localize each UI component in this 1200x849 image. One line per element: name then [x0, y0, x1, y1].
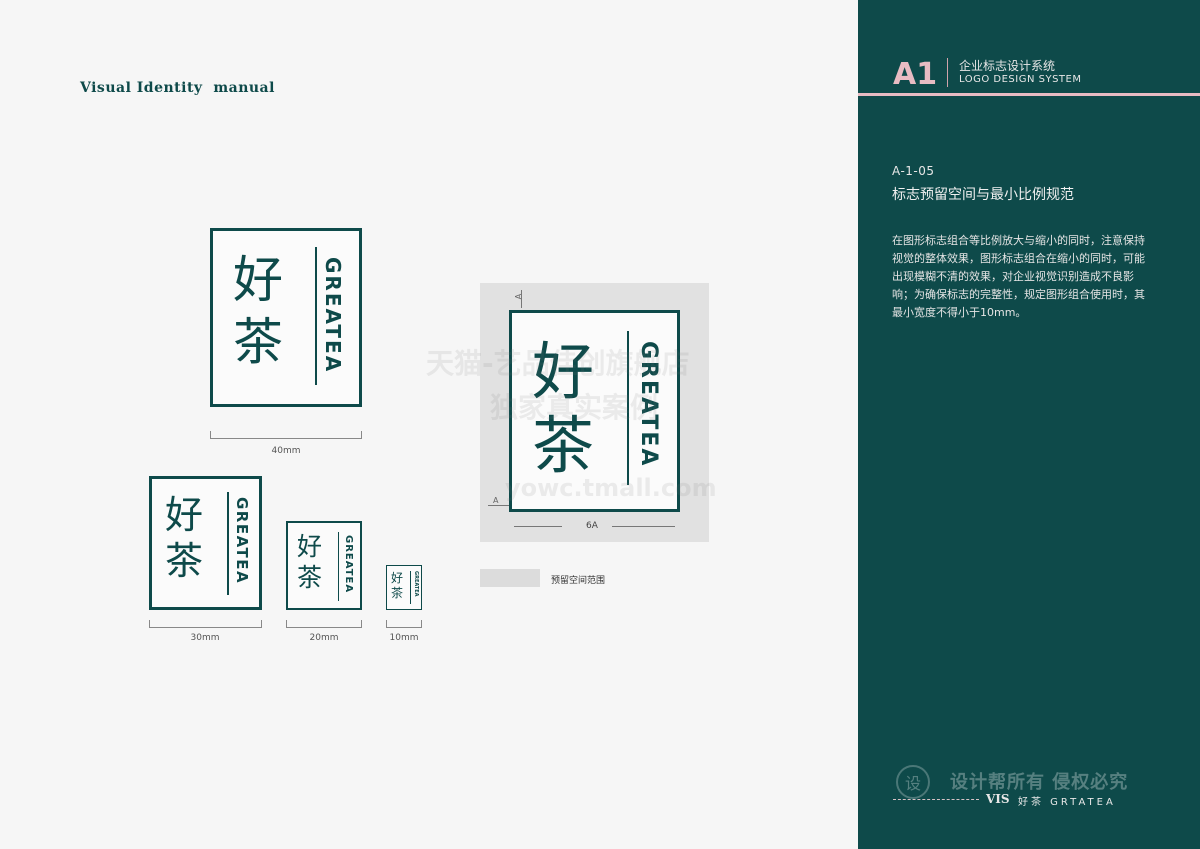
logo-english-name: GREATEA [413, 571, 419, 597]
section-separator [947, 58, 948, 87]
logo-20mm: 好 茶 GREATEA [286, 521, 362, 610]
logo-chinese-name: 好 茶 [165, 493, 204, 583]
logo-chinese-name: 好 茶 [391, 571, 404, 600]
footer-brand: 好茶 GRTATEA [1018, 797, 1116, 808]
width-measure-label: 6A [586, 521, 598, 531]
header-rule [858, 93, 1200, 96]
clear-space-unit-left: A [493, 496, 499, 505]
legend-label: 预留空间范围 [551, 576, 606, 586]
watermark-line-2: 独家真实案例 [490, 391, 659, 424]
section-title-en: LOGO DESIGN SYSTEM [959, 74, 1082, 85]
footer-vis: VIS [986, 792, 1010, 806]
page-heading: 标志预留空间与最小比例规范 [892, 187, 1074, 203]
dimension-label-20mm: 20mm [309, 633, 339, 643]
page-description: 在图形标志组合等比例放大与缩小的同时，注意保持视觉的整体效果，图形标志组合在缩小… [892, 234, 1145, 319]
copyright-logo-icon: 设 [896, 765, 930, 799]
logo-divider [410, 571, 411, 604]
width-measure-left [514, 526, 562, 527]
logo-chinese-name: 好 茶 [297, 532, 323, 592]
footer-dashes [893, 799, 979, 800]
width-measure-right [612, 526, 675, 527]
logo-english-name: GREATEA [233, 497, 251, 585]
watermark-line-1: 天猫-艺品佳创旗舰店 [426, 347, 690, 380]
page-code: A-1-05 [892, 164, 935, 178]
clear-space-unit-top: A [514, 293, 524, 300]
watermark-line-3: yowc.tmall.com [505, 474, 717, 502]
logo-english-name: GREATEA [343, 535, 354, 594]
dimension-40mm [210, 431, 362, 439]
dimension-20mm [286, 620, 362, 628]
dimension-10mm [386, 620, 422, 628]
logo-30mm: 好 茶 GREATEA [149, 476, 262, 610]
logo-divider [315, 247, 317, 385]
logo-chinese-name: 好 茶 [233, 251, 283, 371]
dimension-label-30mm: 30mm [190, 633, 220, 643]
dimension-label-40mm: 40mm [271, 446, 301, 456]
manual-title: Visual Identity manual [80, 80, 275, 96]
logo-10mm: 好 茶 GREATEA [386, 565, 422, 610]
page-left: Visual Identity manual 好 茶 GREATEA 40mm … [0, 0, 858, 849]
clear-space-marker-horizontal [488, 505, 509, 506]
legend-swatch [480, 569, 540, 587]
dimension-label-10mm: 10mm [389, 633, 419, 643]
section-code: A1 [893, 57, 938, 92]
info-panel: A1 企业标志设计系统 LOGO DESIGN SYSTEM A-1-05 标志… [858, 0, 1200, 849]
dimension-30mm [149, 620, 262, 628]
logo-40mm: 好 茶 GREATEA [210, 228, 362, 407]
logo-divider [227, 492, 229, 595]
section-title-cn: 企业标志设计系统 [959, 59, 1056, 73]
logo-english-name: GREATEA [321, 257, 345, 374]
logo-divider [338, 532, 339, 601]
copyright-watermark: 设计帮所有 侵权必究 [950, 772, 1129, 793]
